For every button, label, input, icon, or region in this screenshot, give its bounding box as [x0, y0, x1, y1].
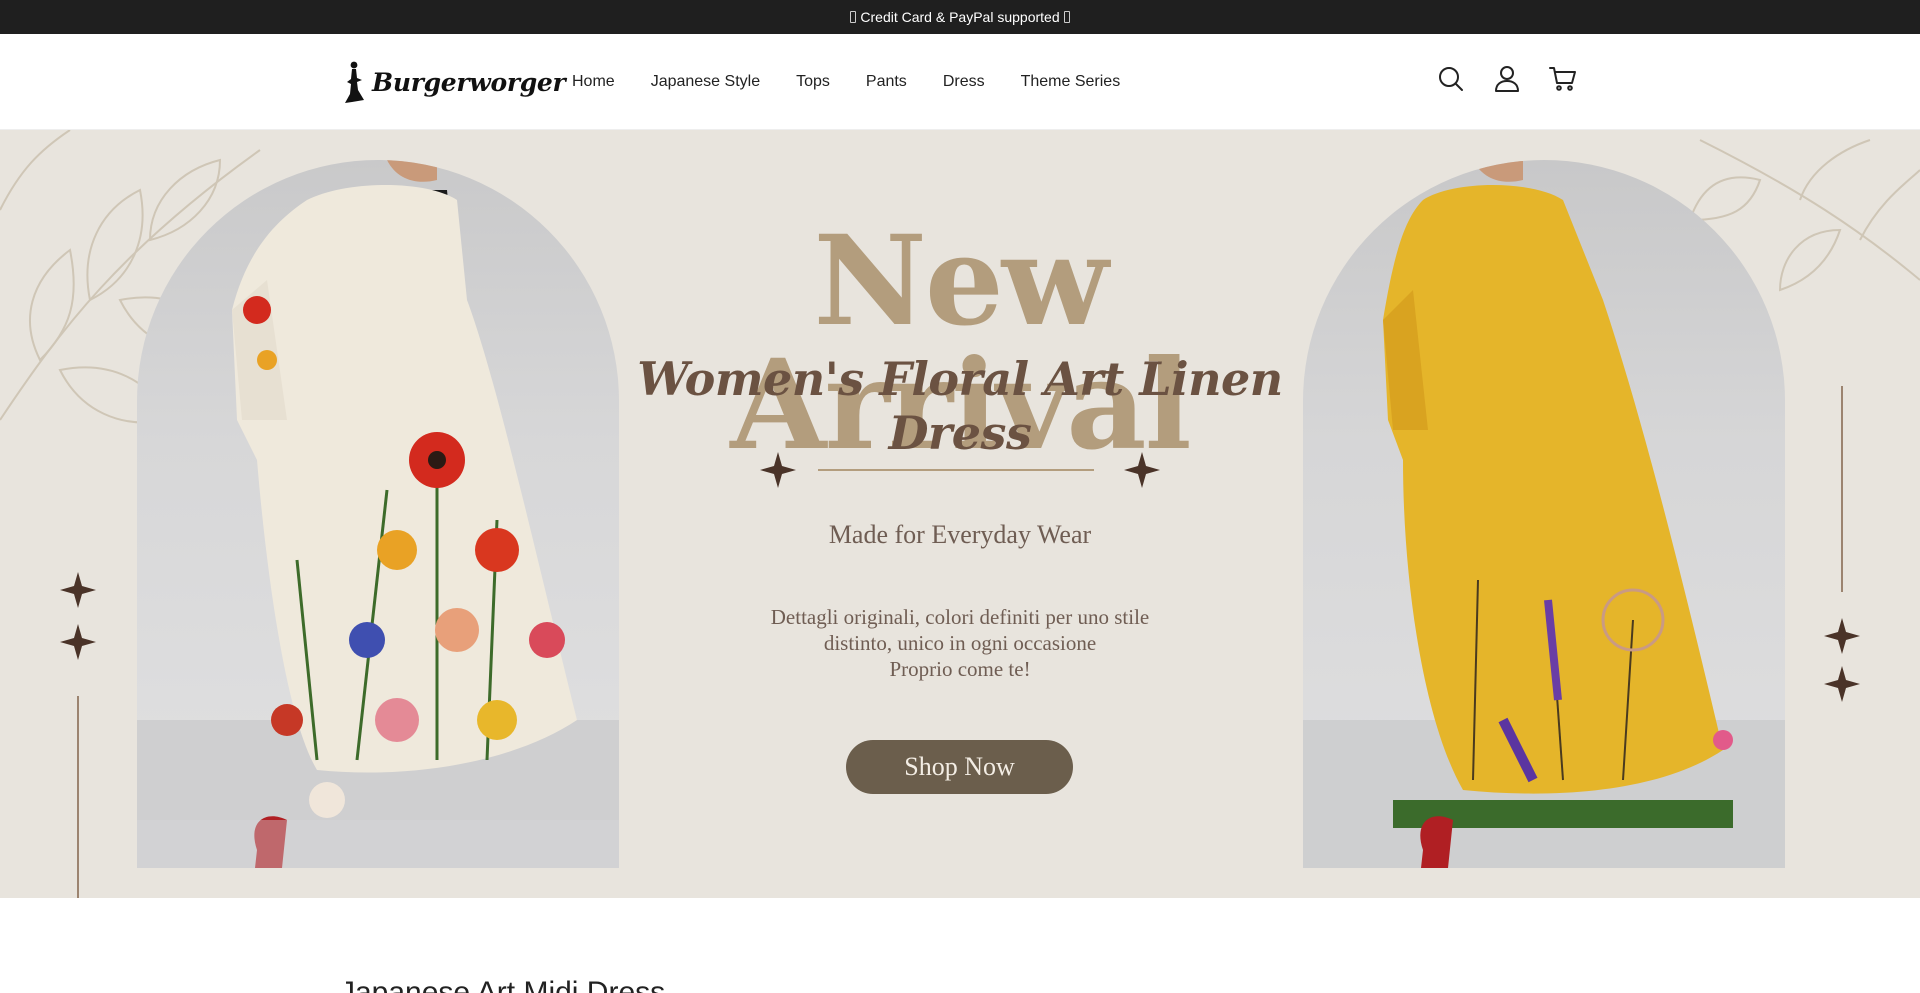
hero-subtitle: Women's Floral Art Linen Dress	[637, 352, 1283, 460]
hero-description-line: Dettagli originali, colori definiti per …	[770, 605, 1150, 629]
hero-description-line: distinto, unico in ogni occasione	[823, 631, 1097, 655]
nav-home[interactable]: Home	[572, 73, 615, 91]
nav-pants[interactable]: Pants	[866, 73, 907, 91]
main-nav: Home Japanese Style Tops Pants Dress The…	[572, 34, 1120, 130]
hero-banner[interactable]: New Arrival Women's Floral Art Linen Dre…	[0, 130, 1920, 898]
hero-description-line: Proprio come te!	[889, 657, 1031, 681]
logo[interactable]: Burgerworger	[340, 60, 566, 104]
announcement-bar: Credit Card & PayPal supported	[0, 0, 1920, 34]
search-icon[interactable]	[1436, 64, 1466, 94]
section-title: Japanese Art Midi Dress	[340, 976, 666, 993]
account-icon[interactable]	[1492, 64, 1522, 94]
hero-tagline: Made for Everyday Wear	[828, 520, 1092, 549]
logo-text: Burgerworger	[372, 67, 566, 97]
hero-description: Dettagli originali, colori definiti per …	[660, 604, 1260, 682]
site-header: Burgerworger Home Japanese Style Tops Pa…	[0, 34, 1920, 130]
nav-dress[interactable]: Dress	[943, 73, 985, 91]
nav-theme-series[interactable]: Theme Series	[1021, 73, 1121, 91]
box-glyph-icon	[850, 11, 857, 23]
box-glyph-icon	[1063, 11, 1070, 23]
header-actions	[1436, 64, 1578, 94]
announcement-text: Credit Card & PayPal supported	[860, 9, 1060, 25]
sparkle-divider-icon	[760, 452, 1160, 488]
product-image-left[interactable]	[137, 160, 619, 868]
sparkle-deco-right-icon	[1824, 386, 1860, 702]
cart-icon[interactable]	[1548, 64, 1578, 94]
nav-japanese-style[interactable]: Japanese Style	[651, 73, 760, 91]
product-image-right[interactable]	[1303, 160, 1785, 868]
sparkle-deco-left-icon	[60, 572, 96, 898]
nav-tops[interactable]: Tops	[796, 73, 830, 91]
logo-figure-icon	[345, 61, 364, 103]
shop-now-button[interactable]: Shop Now	[846, 740, 1073, 794]
